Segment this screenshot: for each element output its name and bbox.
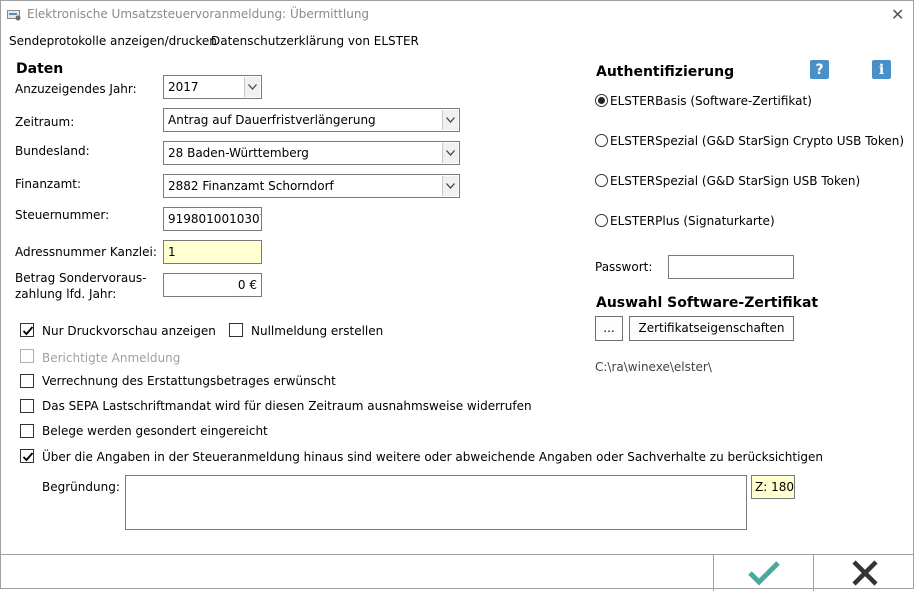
amount-label-line1: Betrag Sondervoraus- <box>15 271 147 285</box>
sepa-label[interactable]: Das SEPA Lastschriftmandat wird für dies… <box>42 399 532 413</box>
auth-radio-basis[interactable] <box>595 94 608 107</box>
checkmark-icon <box>747 561 780 586</box>
char-counter: Z: 180 <box>751 475 795 499</box>
corrected-label: Berichtigte Anmeldung <box>42 351 181 365</box>
checkmark-icon <box>22 326 34 336</box>
period-label: Zeitraum: <box>15 115 75 129</box>
menu-item-privacy[interactable]: Datenschutzerklärung von ELSTER <box>211 34 419 48</box>
state-value: 28 Baden-Württemberg <box>168 146 309 160</box>
reason-label: Begründung: <box>42 480 120 494</box>
corrected-checkbox <box>20 349 34 363</box>
chevron-down-icon[interactable] <box>442 110 458 130</box>
office-label: Finanzamt: <box>15 177 82 191</box>
auth-radio-spezial-crypto[interactable] <box>595 134 608 147</box>
dialog-window: Elektronische Umsatzsteuervoranmeldung: … <box>0 0 914 591</box>
state-label: Bundesland: <box>15 144 90 158</box>
year-label: Anzuzeigendes Jahr: <box>15 82 137 96</box>
auth-radio-spezial-usb[interactable] <box>595 174 608 187</box>
offset-label[interactable]: Verrechnung des Erstattungsbetrages erwü… <box>42 374 336 388</box>
office-value: 2882 Finanzamt Schorndorf <box>168 179 334 193</box>
taxno-label: Steuernummer: <box>15 208 110 222</box>
auth-label-spezial-crypto[interactable]: ELSTERSpezial (G&D StarSign Crypto USB T… <box>610 134 904 148</box>
window-title: Elektronische Umsatzsteuervoranmeldung: … <box>27 7 370 21</box>
preview-checkbox[interactable] <box>20 323 34 337</box>
receipts-checkbox[interactable] <box>20 424 34 438</box>
amount-label-line2: zahlung lfd. Jahr: <box>15 287 117 301</box>
app-icon <box>7 9 21 21</box>
year-value: 2017 <box>168 80 199 94</box>
addrno-input[interactable]: 1 <box>163 240 262 264</box>
reason-textarea[interactable] <box>125 475 747 530</box>
auth-label-spezial-usb[interactable]: ELSTERSpezial (G&D StarSign USB Token) <box>610 174 860 188</box>
info-icon[interactable]: i <box>872 60 891 79</box>
auth-radio-plus[interactable] <box>595 214 608 227</box>
null-report-checkbox[interactable] <box>229 323 243 337</box>
ok-button[interactable] <box>713 555 813 591</box>
cert-properties-button[interactable]: Zertifikatseigenschaften <box>629 316 794 341</box>
cert-heading: Auswahl Software-Zertifikat <box>596 295 819 311</box>
receipts-label[interactable]: Belege werden gesondert eingereicht <box>42 424 268 438</box>
checkmark-icon <box>22 452 34 462</box>
auth-label-plus[interactable]: ELSTERPlus (Signaturkarte) <box>610 214 775 228</box>
state-select[interactable]: 28 Baden-Württemberg <box>163 141 460 165</box>
title-bar: Elektronische Umsatzsteuervoranmeldung: … <box>1 1 914 29</box>
sepa-checkbox[interactable] <box>20 399 34 413</box>
additional-info-checkbox[interactable] <box>20 449 34 463</box>
password-label: Passwort: <box>595 260 653 274</box>
null-report-label[interactable]: Nullmeldung erstellen <box>251 324 383 338</box>
additional-info-label[interactable]: Über die Angaben in der Steueranmeldung … <box>42 450 823 464</box>
chevron-down-icon[interactable] <box>442 176 458 196</box>
office-select[interactable]: 2882 Finanzamt Schorndorf <box>163 174 460 198</box>
amount-input[interactable]: 0 € <box>163 273 262 297</box>
offset-checkbox[interactable] <box>20 374 34 388</box>
password-input[interactable] <box>668 255 794 279</box>
chevron-down-icon[interactable] <box>244 77 260 97</box>
cert-path: C:\ra\winexe\elster\ <box>595 360 712 374</box>
addrno-label: Adressnummer Kanzlei: <box>15 245 157 259</box>
auth-heading: Authentifizierung <box>596 64 735 80</box>
taxno-input[interactable]: 9198010010307 <box>163 207 262 231</box>
period-select[interactable]: Antrag auf Dauerfristverlängerung <box>163 108 460 132</box>
radio-dot <box>598 97 605 104</box>
close-icon[interactable]: ✕ <box>891 5 904 24</box>
auth-label-basis[interactable]: ELSTERBasis (Software-Zertifikat) <box>610 94 812 108</box>
chevron-down-icon[interactable] <box>442 143 458 163</box>
help-icon[interactable]: ? <box>810 60 829 79</box>
preview-label[interactable]: Nur Druckvorschau anzeigen <box>42 324 216 338</box>
close-icon <box>851 560 878 586</box>
bottom-bar <box>1 554 914 591</box>
menu-item-send-protocols[interactable]: Sendeprotokolle anzeigen/drucken <box>9 34 217 48</box>
browse-button[interactable]: ... <box>595 316 623 341</box>
daten-heading: Daten <box>16 61 64 77</box>
period-value: Antrag auf Dauerfristverlängerung <box>168 113 376 127</box>
menu-bar: Sendeprotokolle anzeigen/drucken Datensc… <box>1 31 914 79</box>
cancel-button[interactable] <box>813 555 914 591</box>
year-select[interactable]: 2017 <box>163 75 262 99</box>
